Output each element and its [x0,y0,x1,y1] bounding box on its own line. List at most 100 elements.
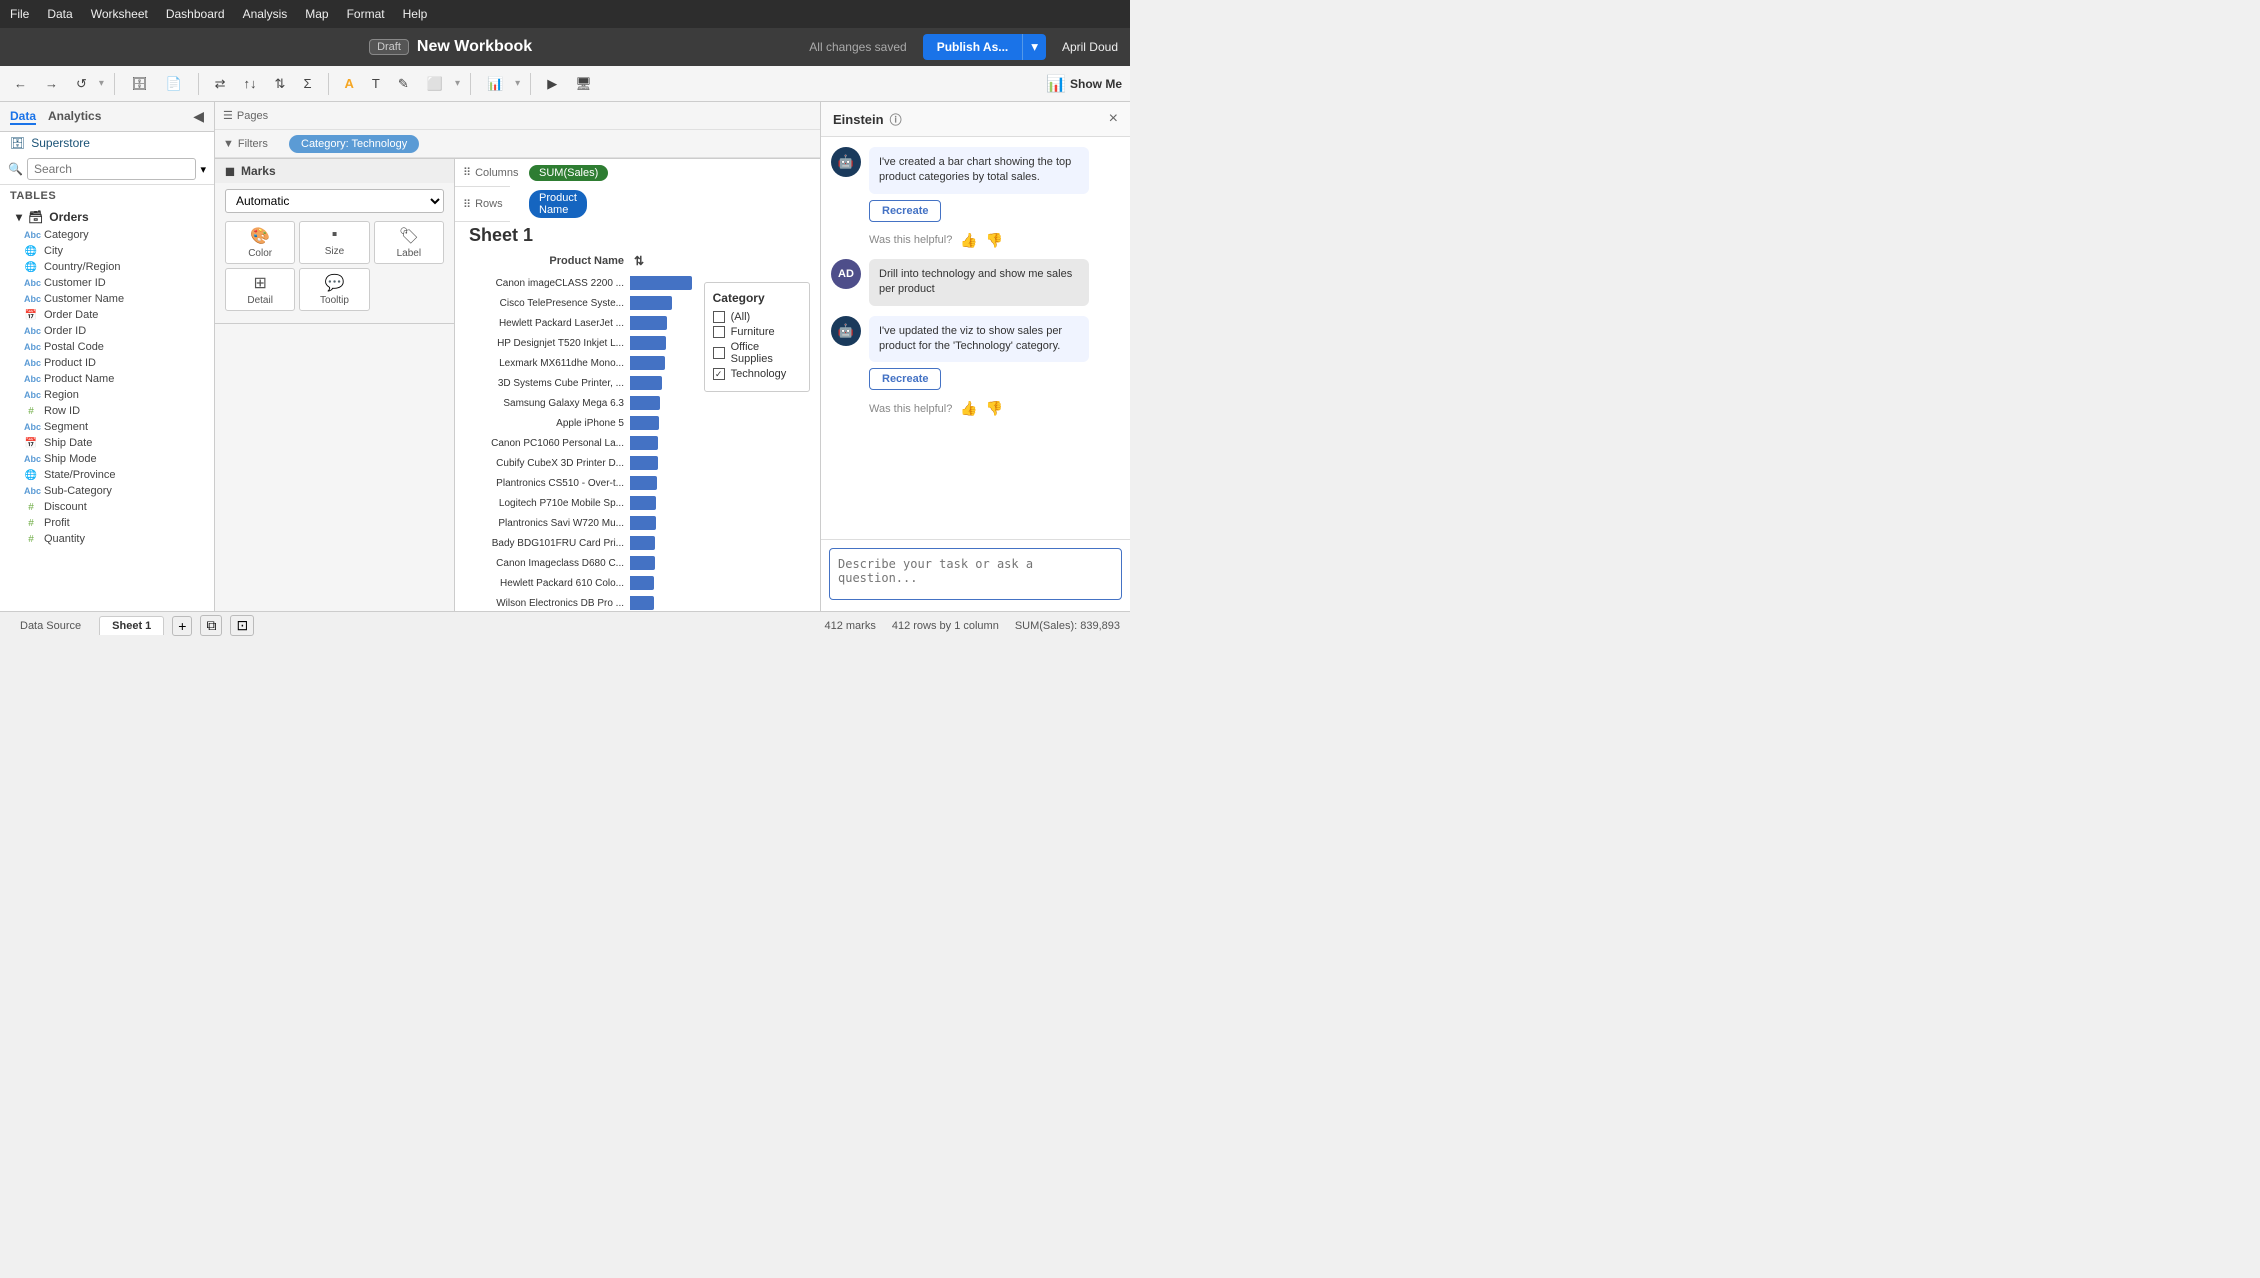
bar-row[interactable]: Lexmark MX611dhe Mono... [465,354,696,372]
field-order-date[interactable]: 📅Order Date [0,307,214,323]
legend-item[interactable]: (All) [713,311,801,323]
bar-row[interactable]: Apple iPhone 5 [465,414,696,432]
menu-dashboard[interactable]: Dashboard [166,7,225,21]
bar-row[interactable]: HP Designjet T520 Inkjet L... [465,334,696,352]
legend-checkbox[interactable]: ✓ [713,368,725,380]
search-filter-button[interactable]: ▾ [200,163,206,176]
sheet-1-tab[interactable]: Sheet 1 [99,616,164,635]
present-button[interactable]: ▶ [541,72,563,96]
close-einstein-button[interactable]: × [1109,110,1118,128]
bar-row[interactable]: Bady BDG101FRU Card Pri... [465,534,696,552]
bar-row[interactable]: 3D Systems Cube Printer, ... [465,374,696,392]
field-state[interactable]: 🌐State/Province [0,467,214,483]
field-product-id[interactable]: AbcProduct ID [0,355,214,371]
columns-pill[interactable]: SUM(Sales) [529,165,608,181]
data-source-tab[interactable]: Data Source [10,617,91,635]
bar-row[interactable]: Hewlett Packard LaserJet ... [465,314,696,332]
publish-button[interactable]: Publish As... [923,34,1023,60]
add-dashboard-button[interactable]: ⊡ [230,615,254,636]
bar-row[interactable]: Cisco TelePresence Syste... [465,294,696,312]
einstein-info-icon[interactable]: ⓘ [890,111,902,128]
bar-row[interactable]: Plantronics CS510 - Over-t... [465,474,696,492]
bar-row[interactable]: Canon PC1060 Personal La... [465,434,696,452]
field-sub-category[interactable]: AbcSub-Category [0,483,214,499]
field-region[interactable]: AbcRegion [0,387,214,403]
device-preview-button[interactable]: 🖥 [569,72,598,96]
legend-item[interactable]: Office Supplies [713,341,801,365]
field-discount[interactable]: #Discount [0,499,214,515]
chat-input[interactable] [829,548,1122,600]
detail-button[interactable]: ⊞ Detail [225,268,295,311]
back-button[interactable]: ← [8,72,33,95]
recreate-button-1[interactable]: Recreate [869,200,941,222]
color-button[interactable]: 🎨 Color [225,221,295,264]
user-menu[interactable]: April Doud [1062,40,1118,54]
field-postal-code[interactable]: AbcPostal Code [0,339,214,355]
new-datasource-button[interactable]: 🗄 [125,72,154,96]
tooltip-button[interactable]: 💬 Tooltip [299,268,369,311]
field-category[interactable]: AbcCategory [0,227,214,243]
forward-button[interactable]: → [39,72,64,95]
bar-row[interactable]: Samsung Galaxy Mega 6.3 [465,394,696,412]
field-ship-mode[interactable]: AbcShip Mode [0,451,214,467]
chart-type-button[interactable]: 📊 [481,72,509,96]
thumbs-down-2[interactable]: 👎 [986,400,1003,417]
data-tab[interactable]: Data [10,109,36,125]
add-sheet-button[interactable]: + [172,616,192,636]
bar-row[interactable]: Logitech P710e Mobile Sp... [465,494,696,512]
sort-icon[interactable]: ⇅ [634,254,644,268]
search-input[interactable] [27,158,197,180]
filter-pill[interactable]: Category: Technology [289,135,419,153]
bar-row[interactable]: Canon imageCLASS 2200 ... [465,274,696,292]
field-quantity[interactable]: #Quantity [0,531,214,547]
legend-checkbox[interactable] [713,347,725,359]
marks-type-dropdown[interactable]: Automatic [225,189,444,213]
bar-row[interactable]: Plantronics Savi W720 Mu... [465,514,696,532]
field-segment[interactable]: AbcSegment [0,419,214,435]
orders-table[interactable]: ▾ 🗃 Orders [0,207,214,227]
menu-map[interactable]: Map [305,7,328,21]
field-city[interactable]: 🌐City [0,243,214,259]
analytics-tab[interactable]: Analytics [48,109,101,125]
duplicate-sheet-button[interactable]: ⧉ [200,615,222,636]
menu-data[interactable]: Data [47,7,72,21]
field-order-id[interactable]: AbcOrder ID [0,323,214,339]
bar-row[interactable]: Wilson Electronics DB Pro ... [465,594,696,611]
field-customer-name[interactable]: AbcCustomer Name [0,291,214,307]
recreate-button-2[interactable]: Recreate [869,368,941,390]
redo-button[interactable]: ↺ [70,72,93,96]
aggregate-button[interactable]: Σ [297,72,317,95]
rows-pill[interactable]: Product Name [529,190,587,218]
legend-item[interactable]: ✓ Technology [713,368,801,380]
field-customer-id[interactable]: AbcCustomer ID [0,275,214,291]
menu-format[interactable]: Format [347,7,385,21]
highlight-button[interactable]: A [339,72,360,95]
field-profit[interactable]: #Profit [0,515,214,531]
field-row-id[interactable]: #Row ID [0,403,214,419]
sort-desc-button[interactable]: ⇅ [269,72,292,96]
annotation-button[interactable]: ✎ [392,72,415,96]
label-button[interactable]: T [366,72,386,95]
field-country[interactable]: 🌐Country/Region [0,259,214,275]
field-ship-date[interactable]: 📅Ship Date [0,435,214,451]
tooltip-button[interactable]: ⬜ [421,72,449,96]
legend-checkbox[interactable] [713,311,725,323]
show-me-button[interactable]: 📊 Show Me [1046,74,1122,94]
legend-checkbox[interactable] [713,326,725,338]
thumbs-up-2[interactable]: 👍 [960,400,977,417]
sort-asc-button[interactable]: ↑↓ [238,72,263,95]
size-button[interactable]: ▪ Size [299,221,369,264]
bar-row[interactable]: Cubify CubeX 3D Printer D... [465,454,696,472]
legend-item[interactable]: Furniture [713,326,801,338]
collapse-panel-button[interactable]: ◀ [193,108,204,125]
thumbs-down-1[interactable]: 👎 [986,232,1003,249]
field-product-name[interactable]: AbcProduct Name [0,371,214,387]
menu-worksheet[interactable]: Worksheet [91,7,148,21]
menu-analysis[interactable]: Analysis [243,7,288,21]
data-source-name[interactable]: 🗄 Superstore [0,132,214,154]
bar-row[interactable]: Canon Imageclass D680 C... [465,554,696,572]
thumbs-up-1[interactable]: 👍 [960,232,977,249]
bar-row[interactable]: Hewlett Packard 610 Colo... [465,574,696,592]
swap-button[interactable]: ⇄ [209,72,232,96]
marks-section-header[interactable]: ◼ Marks [215,159,454,183]
